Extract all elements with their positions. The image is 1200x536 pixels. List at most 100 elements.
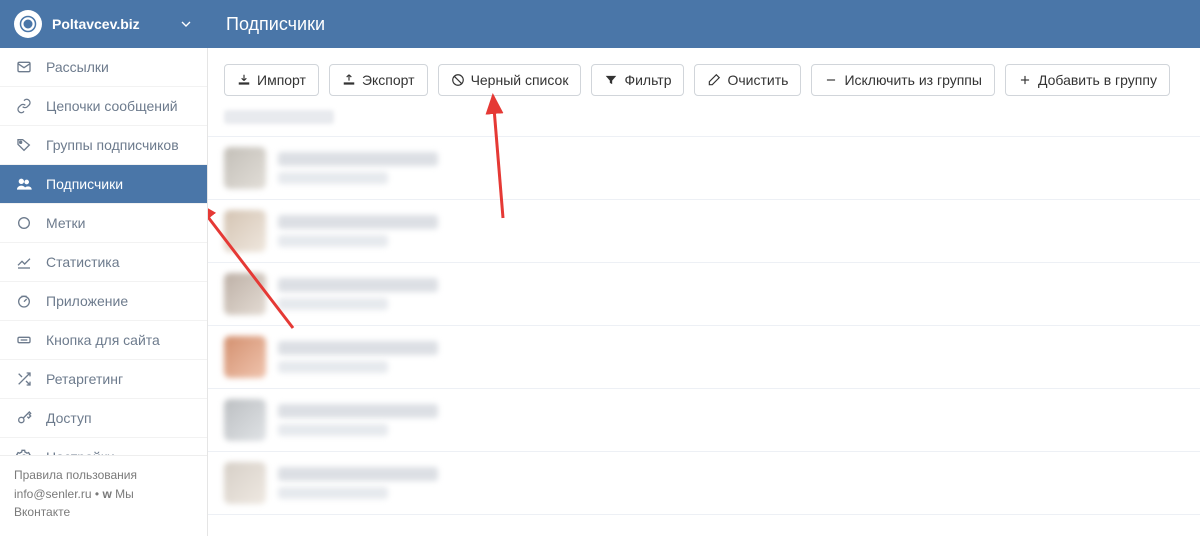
avatar — [224, 147, 266, 189]
add-label: Добавить в группу — [1038, 72, 1157, 88]
export-button[interactable]: Экспорт — [329, 64, 428, 96]
import-label: Импорт — [257, 72, 306, 88]
sidebar-item-4[interactable]: Метки — [0, 204, 207, 243]
blurred-name — [278, 341, 438, 355]
clear-button[interactable]: Очистить — [694, 64, 801, 96]
blurred-subtext — [278, 298, 388, 310]
toolbar: Импорт Экспорт Черный список Фильтр Очис… — [208, 48, 1200, 108]
chart-icon — [16, 254, 36, 270]
account-avatar — [14, 10, 42, 38]
list-item[interactable] — [208, 262, 1200, 326]
blurred-name — [278, 404, 438, 418]
sidebar-item-label: Цепочки сообщений — [46, 98, 178, 114]
sidebar-item-label: Ретаргетинг — [46, 371, 123, 387]
sidebar-item-1[interactable]: Цепочки сообщений — [0, 87, 207, 126]
users-icon — [16, 176, 36, 192]
list-item[interactable] — [208, 136, 1200, 200]
sidebar-item-label: Статистика — [46, 254, 120, 270]
sidebar-item-2[interactable]: Группы подписчиков — [0, 126, 207, 165]
download-icon — [237, 73, 251, 87]
key-icon — [16, 410, 36, 426]
blurred-name — [278, 152, 438, 166]
export-label: Экспорт — [362, 72, 415, 88]
blacklist-button[interactable]: Черный список — [438, 64, 582, 96]
blurred-subtext — [278, 424, 388, 436]
blurred-name — [278, 215, 438, 229]
content: Импорт Экспорт Черный список Фильтр Очис… — [208, 48, 1200, 536]
link-icon — [16, 98, 36, 114]
chevron-down-icon — [178, 16, 194, 32]
list-item-text — [278, 215, 1184, 247]
add-to-group-button[interactable]: Добавить в группу — [1005, 64, 1170, 96]
account-name: Poltavcev.biz — [52, 16, 178, 32]
sidebar-item-3[interactable]: Подписчики — [0, 165, 207, 204]
sidebar: Рассылки Цепочки сообщений Группы подписчи… — [0, 48, 208, 536]
button-icon — [16, 332, 36, 348]
envelope-icon — [16, 59, 36, 75]
avatar — [224, 399, 266, 441]
blurred-subtext — [278, 235, 388, 247]
list-item[interactable] — [208, 451, 1200, 515]
sidebar-item-0[interactable]: Рассылки — [0, 48, 207, 87]
list-section-header — [208, 108, 1200, 137]
sidebar-item-label: Доступ — [46, 410, 92, 426]
sidebar-item-10[interactable]: Настройки — [0, 438, 207, 455]
blurred-subtext — [278, 361, 388, 373]
list-item-text — [278, 404, 1184, 436]
footer-rules-link[interactable]: Правила пользования — [14, 466, 193, 485]
circle-icon — [16, 215, 36, 231]
footer-sep: • — [92, 487, 103, 501]
blurred-name — [278, 467, 438, 481]
sidebar-nav: Рассылки Цепочки сообщений Группы подписчи… — [0, 48, 207, 455]
avatar — [224, 273, 266, 315]
topbar: Poltavcev.biz Подписчики — [0, 0, 1200, 48]
list-item[interactable] — [208, 388, 1200, 452]
blurred-section-label — [224, 110, 334, 124]
avatar — [224, 336, 266, 378]
filter-label: Фильтр — [624, 72, 671, 88]
dashboard-icon — [16, 293, 36, 309]
exclude-label: Исключить из группы — [844, 72, 982, 88]
plus-icon — [1018, 73, 1032, 87]
subscriber-list — [208, 136, 1200, 515]
account-switcher[interactable]: Poltavcev.biz — [0, 0, 208, 48]
sidebar-item-6[interactable]: Приложение — [0, 282, 207, 321]
filter-icon — [604, 73, 618, 87]
shuffle-icon — [16, 371, 36, 387]
sidebar-item-label: Кнопка для сайта — [46, 332, 160, 348]
list-item-text — [278, 341, 1184, 373]
avatar — [224, 210, 266, 252]
sidebar-item-7[interactable]: Кнопка для сайта — [0, 321, 207, 360]
list-item[interactable] — [208, 325, 1200, 389]
sidebar-item-label: Приложение — [46, 293, 128, 309]
sidebar-item-label: Подписчики — [46, 176, 123, 192]
sidebar-item-label: Метки — [46, 215, 86, 231]
sidebar-item-8[interactable]: Ретаргетинг — [0, 360, 207, 399]
blurred-subtext — [278, 487, 388, 499]
ban-icon — [451, 73, 465, 87]
blacklist-label: Черный список — [471, 72, 569, 88]
footer-email[interactable]: info@senler.ru — [14, 487, 92, 501]
sidebar-item-9[interactable]: Доступ — [0, 399, 207, 438]
filter-button[interactable]: Фильтр — [591, 64, 684, 96]
upload-icon — [342, 73, 356, 87]
minus-icon — [824, 73, 838, 87]
blurred-subtext — [278, 172, 388, 184]
sidebar-item-5[interactable]: Статистика — [0, 243, 207, 282]
blurred-name — [278, 278, 438, 292]
exclude-from-group-button[interactable]: Исключить из группы — [811, 64, 995, 96]
vk-logo-icon: w — [102, 487, 115, 501]
footer-info: Правила пользования info@senler.ru • w М… — [0, 455, 207, 536]
main: Рассылки Цепочки сообщений Группы подписчи… — [0, 48, 1200, 536]
list-item[interactable] — [208, 199, 1200, 263]
clear-label: Очистить — [727, 72, 788, 88]
list-item-text — [278, 278, 1184, 310]
import-button[interactable]: Импорт — [224, 64, 319, 96]
avatar — [224, 462, 266, 504]
sidebar-item-label: Рассылки — [46, 59, 109, 75]
page-title: Подписчики — [208, 0, 325, 48]
list-item-text — [278, 467, 1184, 499]
sidebar-item-label: Группы подписчиков — [46, 137, 179, 153]
tags-icon — [16, 137, 36, 153]
eraser-icon — [707, 73, 721, 87]
